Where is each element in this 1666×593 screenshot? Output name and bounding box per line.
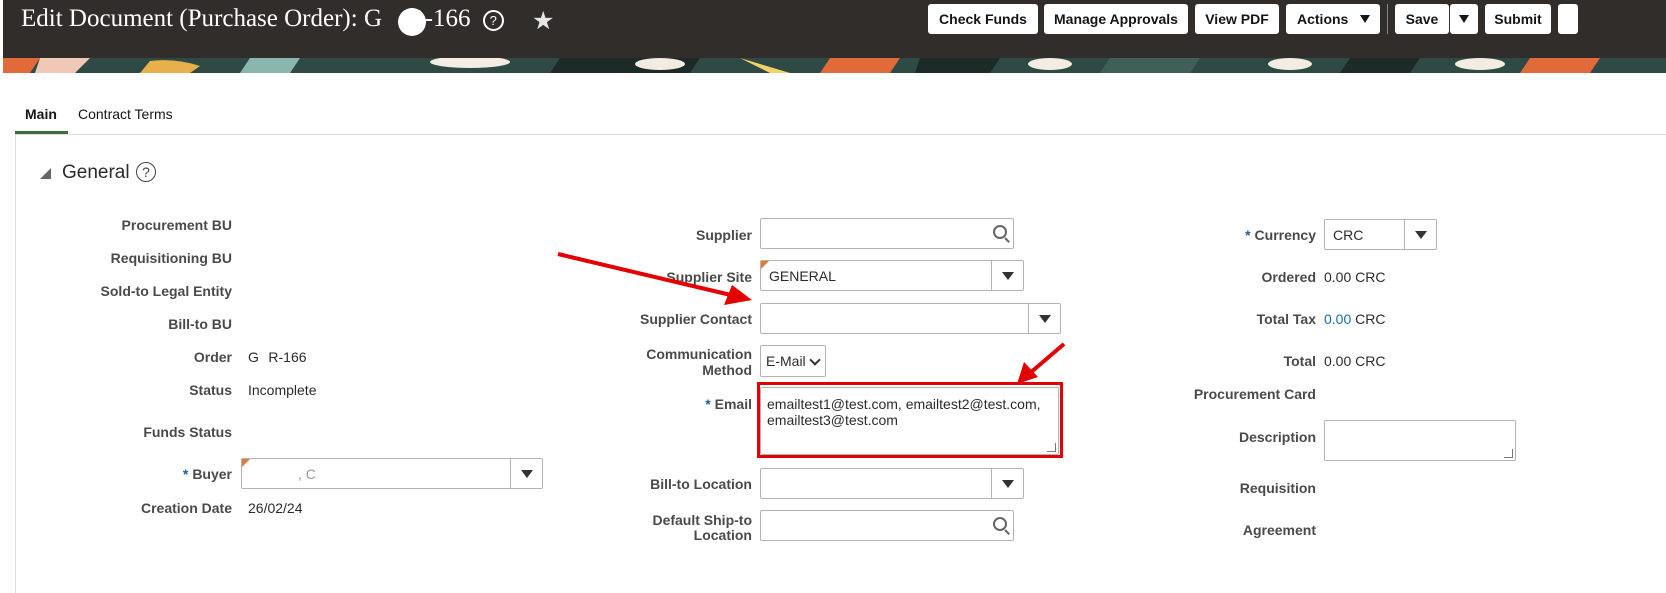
- arrow-to-email: [1017, 342, 1066, 384]
- annotation-arrows: [557, 252, 1066, 384]
- arrow-to-supplier-contact: [557, 252, 752, 305]
- left-edge: [0, 0, 3, 593]
